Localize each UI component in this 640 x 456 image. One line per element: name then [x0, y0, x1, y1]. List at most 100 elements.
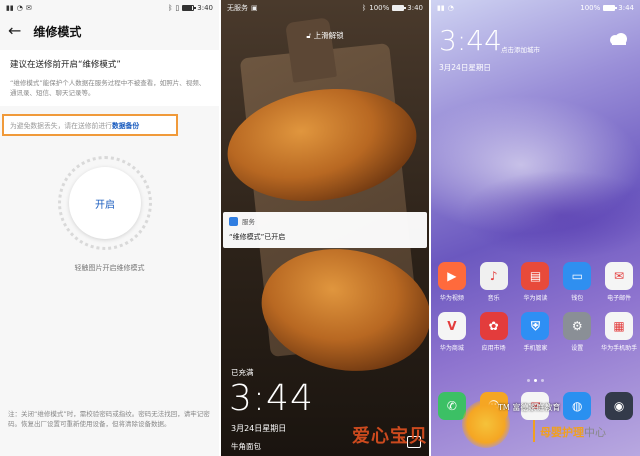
watermark-right-main: 母婴护理 [540, 426, 584, 439]
sim-icon: ▣ [251, 4, 258, 12]
app-icon-panel_home-dock-4[interactable]: ◉相机 [600, 392, 638, 420]
app-label: 电子邮件 [607, 295, 632, 302]
wallpaper-board-handle [285, 17, 337, 83]
weather-cloud-icon[interactable] [608, 32, 628, 46]
app-glyph-icon: ◉ [605, 392, 634, 420]
app-icon-panel_home-rows-1-1[interactable]: ✿ 应用市场 [475, 312, 513, 352]
enable-hint: 轻触图片开启维修模式 [74, 264, 145, 272]
signal-icon: ▮▮ [6, 4, 14, 12]
watermark-right-small: 中心 [584, 426, 606, 439]
wifi-icon: ◔ [16, 4, 23, 12]
battery-icon [392, 5, 407, 11]
maintenance-settings-panel: ▮▮ ◔ ✉ ᛒ ▯ 3:40 ← 维修模式 建议在送修前开启“维修模式” “维… [0, 0, 219, 456]
app-glyph-icon: ⛨ [521, 312, 550, 340]
status-time: 3:40 [197, 4, 213, 12]
swipe-unlock-text: 上滑解锁 [313, 31, 344, 40]
page-dot [527, 379, 530, 382]
app-glyph-icon: ▭ [563, 262, 592, 290]
watermark-text-left: 爱心宝贝 [352, 426, 428, 447]
app-glyph-icon: V [437, 312, 466, 340]
page-dot-active [534, 379, 537, 382]
add-city-hint[interactable]: 点击添加城市 [501, 44, 540, 54]
carrier-text: 无服务 [227, 4, 248, 12]
status-time: 3:44 [618, 4, 634, 12]
signal-icon: ▮▮ [437, 4, 445, 12]
status-time: 3:40 [407, 4, 423, 12]
app-icon-panel_home-rows-1-0[interactable]: V 华为商城 [433, 312, 471, 352]
app-label: 华为视频 [439, 295, 464, 302]
page-indicator [431, 379, 640, 382]
app-label: 钱包 [571, 295, 584, 302]
battery-percent: 100% [580, 4, 601, 12]
app-icon-panel_home-rows-1-4[interactable]: ▦ 华为手机助手 [600, 312, 638, 352]
lock-status-bar: 无服务 ▣ ᛒ 100% 3:40 [221, 0, 429, 16]
app-glyph-icon: ✉ [605, 262, 634, 290]
info-card: 建议在送修前开启“维修模式” “维修模式”能保护个人数据在服务过程中不被查看，如… [0, 50, 219, 106]
lock-icon: 🔓︎ [306, 31, 312, 40]
app-icon-panel_home-rows-1-3[interactable]: ⚙ 设置 [558, 312, 596, 352]
watermark-text-right: 母婴护理中心 [540, 424, 606, 440]
info-description: “维修模式”能保护个人数据在服务过程中不被查看，如照片、视频、通讯录、短信、聊天… [10, 79, 206, 97]
app-glyph-icon: ✿ [479, 312, 508, 340]
home-clock[interactable]: 3:44 [439, 24, 502, 57]
notification-app: 服务 [242, 218, 255, 226]
home-status-bar: ▮▮ ◔ 100% 3:44 [431, 0, 640, 16]
app-icon-panel_home-rows-0-1[interactable]: ♪ 音乐 [475, 262, 513, 302]
data-backup-link[interactable]: 数据备份 [112, 120, 139, 130]
info-heading: 建议在送修前开启“维修模式” [10, 60, 121, 70]
app-row: V 华为商城 ✿ 应用市场 ⛨ 手机管家 ⚙ 设置 ▦ 华为手机助手 [431, 312, 640, 352]
app-label: 设置 [571, 345, 584, 352]
app-row: ▶ 华为视频 ♪ 音乐 ▤ 华为阅读 ▭ 钱包 ✉ 电子邮件 [431, 262, 640, 302]
app-glyph-icon: ▦ [605, 312, 634, 340]
app-icon-panel_home-rows-0-3[interactable]: ▭ 钱包 [558, 262, 596, 302]
app-icon-panel_home-rows-0-0[interactable]: ▶ 华为视频 [433, 262, 471, 302]
notification-card[interactable]: 服务 “维修模式”已开启 [223, 212, 427, 248]
app-glyph-icon: ✆ [437, 392, 466, 420]
app-label: 华为阅读 [523, 295, 548, 302]
wifi-icon: ◔ [447, 4, 454, 12]
warning-text: 为避免数据丢失，请在送修前进行 [10, 122, 112, 130]
app-label: 手机管家 [523, 345, 548, 352]
app-label: 应用市场 [481, 345, 506, 352]
enable-dial: 开启 [58, 156, 152, 250]
lock-clock: 3:44 [229, 378, 314, 419]
notification-body: “维修模式”已开启 [229, 233, 286, 241]
app-glyph-icon: ▤ [521, 262, 550, 290]
app-icon-panel_home-dock-3[interactable]: ◍浏览器 [558, 392, 596, 420]
enable-button[interactable]: 开启 [69, 167, 141, 239]
battery-percent: 100% [369, 4, 390, 12]
bluetooth-icon: ᛒ [362, 4, 367, 12]
wallpaper-caption: 牛角面包 [231, 442, 261, 451]
lock-date: 3月24日星期日 [231, 424, 287, 433]
battery-icon [182, 5, 197, 11]
app-icon-panel_home-rows-1-2[interactable]: ⛨ 手机管家 [516, 312, 554, 352]
watermark-divider [533, 420, 535, 442]
swipe-unlock[interactable]: 🔓︎ 上滑解锁 [221, 30, 429, 41]
app-glyph-icon: ◍ [563, 392, 592, 420]
notification-icon: ✉ [25, 4, 32, 12]
wallpaper-swirl-dark [461, 170, 640, 260]
status-bar: ▮▮ ◔ ✉ ᛒ ▯ 3:40 [0, 0, 219, 16]
home-screen-panel: ▮▮ ◔ 100% 3:44 3:44 点击添加城市 3月24日星期日 ▶ 华为视… [431, 0, 640, 456]
vibrate-icon: ▯ [175, 4, 180, 12]
backup-warning: 为避免数据丢失，请在送修前进行 数据备份 [2, 114, 178, 136]
service-app-icon [229, 216, 238, 226]
app-label: 音乐 [487, 295, 500, 302]
app-glyph-icon: ♪ [479, 262, 508, 290]
lock-screen-panel: 无服务 ▣ ᛒ 100% 3:40 🔓︎ 上滑解锁 服务 “维修模式”已开启 已… [221, 0, 429, 456]
app-glyph-icon: ⚙ [563, 312, 592, 340]
home-date: 3月24日星期日 [439, 63, 491, 72]
footer-note: 注：关闭“维修模式”时，需校验密码或指纹。密码无法找回，请牢记密码。恢复出厂设置… [8, 410, 210, 428]
app-label: 华为手机助手 [601, 345, 638, 352]
app-icon-panel_home-rows-0-4[interactable]: ✉ 电子邮件 [600, 262, 638, 302]
page-title: 维修模式 [33, 24, 82, 39]
battery-icon [603, 5, 618, 11]
title-bar: ← 维修模式 [0, 16, 219, 46]
app-grid: ▶ 华为视频 ♪ 音乐 ▤ 华为阅读 ▭ 钱包 ✉ 电子邮件 V 华为商城 ✿ 应用市场 ⛨ 手机管家 ⚙ 设置 ▦… [431, 262, 640, 362]
app-label: 华为商城 [439, 345, 464, 352]
bluetooth-icon: ᛒ [168, 4, 173, 12]
app-icon-panel_home-rows-0-2[interactable]: ▤ 华为阅读 [516, 262, 554, 302]
back-arrow-icon[interactable]: ← [8, 23, 21, 39]
app-glyph-icon: ▶ [437, 262, 466, 290]
charge-status: 已充满 [231, 368, 254, 377]
